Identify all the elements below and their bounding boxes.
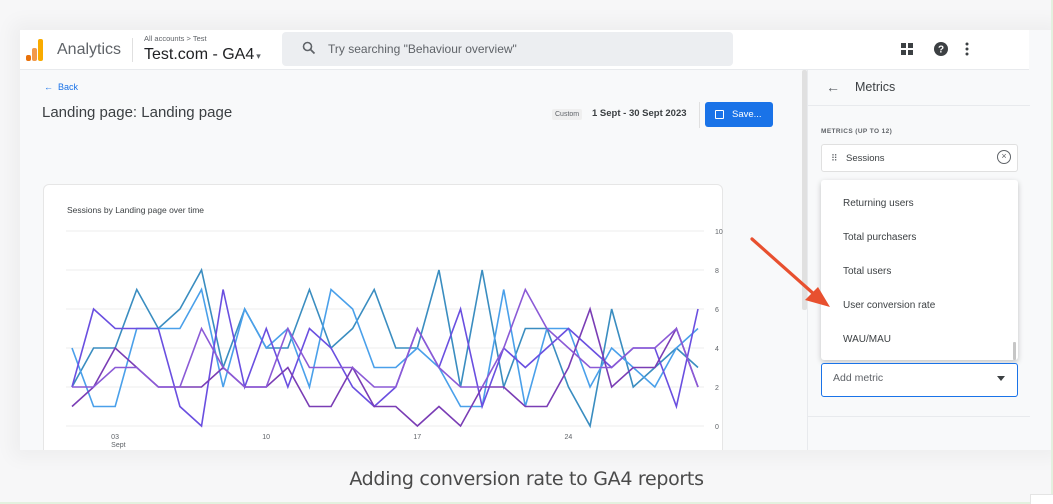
figure-caption: Adding conversion rate to GA4 reports	[349, 468, 704, 490]
annotation-arrow-icon	[750, 237, 830, 307]
corner-decoration	[1030, 494, 1053, 504]
page-frame: Analytics All accounts > Test Test.com -…	[0, 0, 1053, 504]
